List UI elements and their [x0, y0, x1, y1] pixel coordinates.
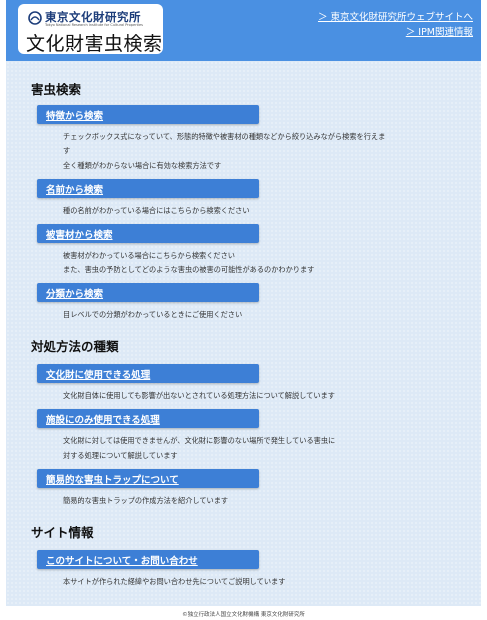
description-text: 本サイトが作られた経緯やお問い合わせ先についてご説明しています	[63, 577, 286, 586]
search-by-classification-button[interactable]: 分類から検索	[37, 283, 259, 302]
footer-copyright: ©独立行政法人国立文化財機構 東京文化財研究所	[182, 612, 305, 618]
facility-only-treatment-button[interactable]: 施設にのみ使用できる処理	[37, 409, 259, 428]
button-label: 名前から検索	[46, 185, 104, 196]
section-title-pest-search: 害虫検索	[31, 82, 82, 97]
search-by-name-button[interactable]: 名前から検索	[37, 179, 259, 198]
org-name-en: Tokyo National Research Institute for Cu…	[45, 23, 143, 27]
section-title-treatment: 対処方法の種類	[31, 339, 119, 354]
description-text: チェックボックス式になっていて、形態的特徴や被害材の種類などから絞り込みながら検…	[63, 132, 386, 141]
description-text: 文化財に対しては使用できませんが、文化財に影響のない場所で発生している害虫に	[63, 436, 336, 445]
institute-website-link[interactable]: ＞ 東京文化財研究所ウェブサイトへ	[318, 9, 473, 23]
main-content: 害虫検索 特徴から検索 チェックボックス式になっていて、形態的特徴や被害材の種類…	[6, 61, 481, 606]
button-label: 施設にのみ使用できる処理	[46, 415, 160, 426]
description-text: 全く種類がわからない場合に有効な検索方法です	[63, 161, 222, 170]
cultural-property-treatment-button[interactable]: 文化財に使用できる処理	[37, 364, 259, 383]
ipm-info-link[interactable]: ＞ IPM関連情報	[406, 24, 473, 38]
header: 東京文化財研究所 Tokyo National Research Institu…	[6, 0, 481, 61]
description-text: 被害材がわかっている場合にこちらから検索ください	[63, 251, 235, 260]
description-text: 文化財自体に使用しても影響が出ないとされている処理方法について解説しています	[63, 391, 335, 400]
button-label: このサイトについて・お問い合わせ	[46, 556, 198, 567]
page: 東京文化財研究所 Tokyo National Research Institu…	[0, 0, 487, 620]
description-text: す	[63, 146, 71, 155]
about-contact-button[interactable]: このサイトについて・お問い合わせ	[37, 550, 259, 569]
site-title: 文化財害虫検索	[26, 33, 163, 55]
search-by-damaged-material-button[interactable]: 被害材から検索	[37, 224, 259, 243]
button-label: 分類から検索	[46, 289, 104, 300]
button-label: 文化財に使用できる処理	[46, 370, 151, 381]
description-text: 種の名前がわかっている場合にはこちらから検索ください	[63, 206, 250, 215]
button-label: 簡易的な害虫トラップについて	[46, 475, 179, 486]
institute-logo-icon	[28, 11, 42, 25]
button-label: 被害材から検索	[46, 230, 113, 241]
section-title-site-info: サイト情報	[31, 525, 94, 540]
site-logo[interactable]: 東京文化財研究所 Tokyo National Research Institu…	[18, 4, 163, 55]
pest-trap-button[interactable]: 簡易的な害虫トラップについて	[37, 469, 259, 488]
description-text: また、害虫の予防としてどのような害虫の被害の可能性があるのかわかります	[63, 265, 315, 274]
search-by-feature-button[interactable]: 特徴から検索	[37, 105, 259, 124]
button-label: 特徴から検索	[46, 111, 104, 122]
description-text: 目レベルでの分類がわかっているときにご使用ください	[63, 310, 243, 319]
description-text: 対する処理について解説しています	[63, 451, 178, 460]
description-text: 簡易的な害虫トラップの作成方法を紹介しています	[63, 496, 229, 505]
